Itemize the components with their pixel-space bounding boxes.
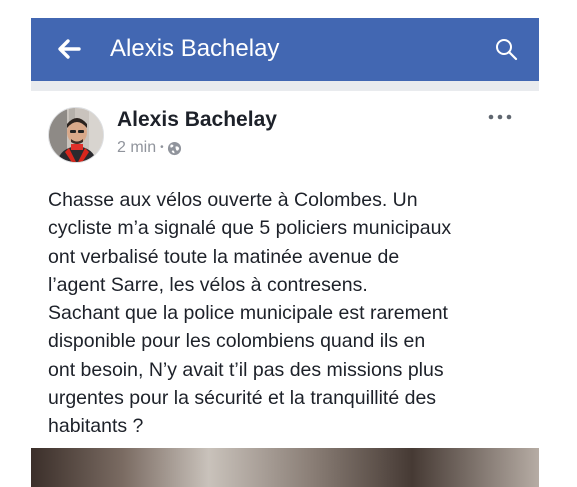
- app-frame: Alexis Bachelay Alexis Bachelay 2 min • …: [31, 18, 539, 487]
- globe-icon: [167, 141, 181, 155]
- post-text: Chasse aux vélos ouverte à Colombes. Un …: [48, 186, 528, 441]
- post-text-line: habitants ?: [48, 415, 144, 438]
- page-title: Alexis Bachelay: [110, 35, 280, 62]
- post-meta: 2 min •: [117, 138, 182, 158]
- post-text-line: Sachant que la police municipale est rar…: [48, 302, 448, 325]
- post-text-line: Chasse aux vélos ouverte à Colombes. Un: [48, 189, 418, 211]
- post-card: Alexis Bachelay 2 min • Chasse aux vélos…: [31, 91, 539, 487]
- search-icon: [496, 39, 518, 61]
- post-text-line: ont verbalisé toute la matinée avenue de: [48, 245, 400, 268]
- post-text-line: disponible pour les colombiens quand ils…: [48, 330, 426, 353]
- post-text-line: ont besoin, N’y avait t’il pas des missi…: [48, 358, 444, 381]
- post-text-line: l’agent Sarre, les vélos à contresens.: [48, 273, 368, 296]
- post-image[interactable]: [31, 448, 539, 487]
- top-bar: Alexis Bachelay: [31, 18, 539, 81]
- arrow-left-icon: [58, 39, 81, 59]
- more-options-button[interactable]: [487, 109, 513, 125]
- post-text-line: cycliste m’a signalé que 5 policiers mun…: [48, 217, 452, 240]
- more-horizontal-icon: [488, 114, 512, 120]
- post-time[interactable]: 2 min: [117, 138, 156, 158]
- meta-separator: •: [160, 142, 164, 153]
- post-text-line: urgentes pour la sécurité et la tranquil…: [48, 387, 437, 410]
- search-button[interactable]: [494, 37, 518, 61]
- author-name[interactable]: Alexis Bachelay: [117, 107, 277, 133]
- author-photo: [49, 108, 103, 162]
- back-button[interactable]: [55, 35, 83, 63]
- avatar[interactable]: [48, 107, 104, 163]
